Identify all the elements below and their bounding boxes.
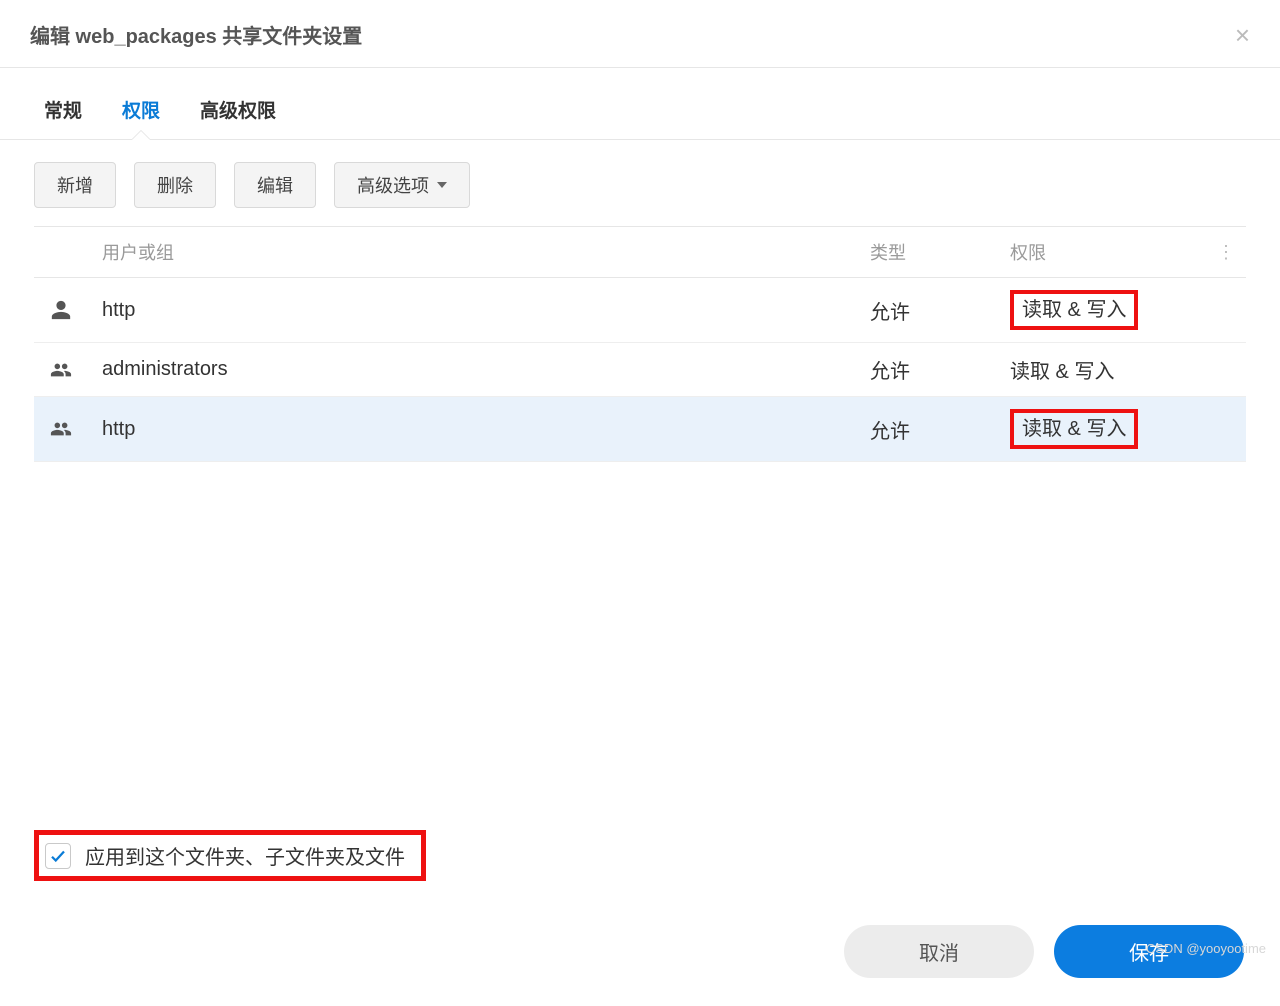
user-icon <box>34 278 88 342</box>
cell-type: 允许 <box>856 397 996 461</box>
cell-name: http <box>88 278 856 342</box>
add-button[interactable]: 新增 <box>34 162 116 208</box>
table-row[interactable]: administrators允许读取 & 写入 <box>34 343 1246 397</box>
tab-advanced[interactable]: 高级权限 <box>200 96 276 139</box>
cell-type: 允许 <box>856 343 996 396</box>
th-permission[interactable]: 权限 <box>996 227 1206 277</box>
cell-permission: 读取 & 写入 <box>996 397 1206 461</box>
row-menu-spacer <box>1206 343 1246 396</box>
advanced-options-button[interactable]: 高级选项 <box>334 162 470 208</box>
add-label: 新增 <box>57 172 93 198</box>
cell-type: 允许 <box>856 278 996 342</box>
save-button[interactable]: 保存 <box>1054 925 1244 978</box>
highlight-box: 读取 & 写入 <box>1010 290 1138 330</box>
highlight-box: 读取 & 写入 <box>1010 409 1138 449</box>
tab-permission[interactable]: 权限 <box>122 96 160 139</box>
advanced-options-label: 高级选项 <box>357 172 429 198</box>
row-menu-spacer <box>1206 278 1246 342</box>
permissions-table-wrap: 用户或组 类型 权限 ⋮ http允许读取 & 写入administrators… <box>0 226 1280 820</box>
dialog-footer: 取消 保存 <box>0 905 1280 1006</box>
th-type[interactable]: 类型 <box>856 227 996 277</box>
bottom-area: 应用到这个文件夹、子文件夹及文件 <box>0 820 1280 905</box>
edit-button[interactable]: 编辑 <box>234 162 316 208</box>
tab-general[interactable]: 常规 <box>44 96 82 139</box>
table-header: 用户或组 类型 权限 ⋮ <box>34 226 1246 278</box>
cell-name: http <box>88 397 856 461</box>
toolbar: 新增 删除 编辑 高级选项 <box>0 140 1280 226</box>
column-menu-icon[interactable]: ⋮ <box>1206 227 1246 277</box>
cell-permission: 读取 & 写入 <box>996 343 1206 396</box>
checkbox-icon <box>45 843 71 869</box>
tabs: 常规 权限 高级权限 <box>0 68 1280 140</box>
cancel-button[interactable]: 取消 <box>844 925 1034 978</box>
cell-name: administrators <box>88 343 856 396</box>
dialog-header: 编辑 web_packages 共享文件夹设置 × <box>0 0 1280 68</box>
chevron-down-icon <box>437 182 447 188</box>
cell-permission: 读取 & 写入 <box>996 278 1206 342</box>
table-body: http允许读取 & 写入administrators允许读取 & 写入http… <box>34 278 1246 462</box>
group-icon <box>34 343 88 396</box>
apply-recursive-checkbox-row[interactable]: 应用到这个文件夹、子文件夹及文件 <box>34 830 426 881</box>
th-icon <box>34 227 88 277</box>
close-icon[interactable]: × <box>1235 22 1250 48</box>
edit-label: 编辑 <box>257 172 293 198</box>
delete-label: 删除 <box>157 172 193 198</box>
delete-button[interactable]: 删除 <box>134 162 216 208</box>
apply-recursive-label: 应用到这个文件夹、子文件夹及文件 <box>85 841 405 870</box>
dialog-edit-shared-folder: 编辑 web_packages 共享文件夹设置 × 常规 权限 高级权限 新增 … <box>0 0 1280 1006</box>
permissions-table: 用户或组 类型 权限 ⋮ http允许读取 & 写入administrators… <box>34 226 1246 462</box>
table-row[interactable]: http允许读取 & 写入 <box>34 397 1246 462</box>
table-row[interactable]: http允许读取 & 写入 <box>34 278 1246 343</box>
group-icon <box>34 397 88 461</box>
row-menu-spacer <box>1206 397 1246 461</box>
dialog-title: 编辑 web_packages 共享文件夹设置 <box>30 20 362 49</box>
th-user-or-group[interactable]: 用户或组 <box>88 227 856 277</box>
